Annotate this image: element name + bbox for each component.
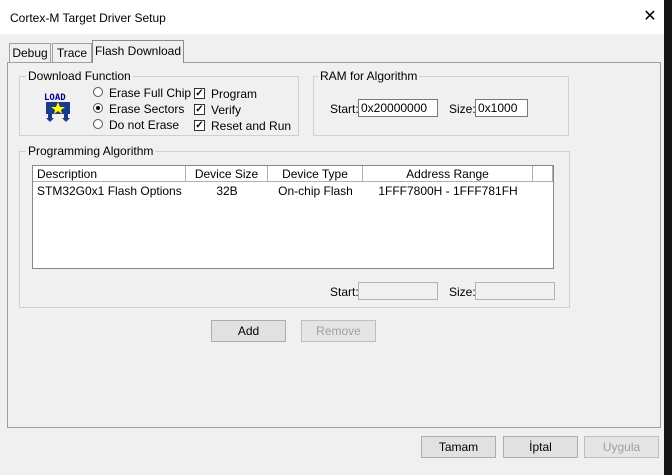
ram-start-input[interactable]: 0x20000000 xyxy=(358,99,438,117)
row-device-type: On-chip Flash xyxy=(278,184,353,198)
algorithm-list[interactable]: Description Device Size Device Type Addr… xyxy=(32,165,554,269)
checkbox-reset-and-run-box[interactable]: ✓ xyxy=(194,120,205,131)
programming-algorithm-label: Programming Algorithm xyxy=(26,144,156,158)
radio-do-not-erase-label: Do not Erase xyxy=(109,118,180,132)
table-row[interactable]: STM32G0x1 Flash Options 32B On-chip Flas… xyxy=(33,184,553,199)
window-border xyxy=(664,0,672,475)
column-header-address-range[interactable]: Address Range xyxy=(363,166,533,182)
checkbox-program-label: Program xyxy=(211,87,258,101)
row-device-size: 32B xyxy=(216,184,238,198)
ram-start-label: Start: xyxy=(330,102,359,116)
download-function-label: Download Function xyxy=(26,69,133,83)
ok-button[interactable]: Tamam xyxy=(421,436,496,458)
column-header-description[interactable]: Description xyxy=(33,166,186,182)
close-icon[interactable]: ✕ xyxy=(641,8,659,26)
radio-erase-sectors-button[interactable] xyxy=(93,103,103,113)
cancel-button[interactable]: İptal xyxy=(503,436,578,458)
algorithm-start-input[interactable] xyxy=(358,282,438,300)
load-icon-text: LOAD xyxy=(44,93,66,103)
algorithm-size-label: Size: xyxy=(449,285,476,299)
tab-debug[interactable]: Debug xyxy=(9,43,51,62)
column-header-filler xyxy=(533,166,553,182)
apply-button[interactable]: Uygula xyxy=(584,436,659,458)
checkbox-reset-and-run-label: Reset and Run xyxy=(211,119,292,133)
radio-erase-sectors-label: Erase Sectors xyxy=(109,102,185,116)
algorithm-size-input[interactable] xyxy=(475,282,555,300)
checkbox-verify-box[interactable]: ✓ xyxy=(194,104,205,115)
ram-size-input[interactable]: 0x1000 xyxy=(475,99,528,117)
algorithm-start-label: Start: xyxy=(330,285,359,299)
radio-erase-full-chip-label: Erase Full Chip xyxy=(109,86,192,100)
add-button[interactable]: Add xyxy=(211,320,286,342)
row-address-range: 1FFF7800H - 1FFF781FH xyxy=(378,184,518,198)
window-title: Cortex-M Target Driver Setup xyxy=(10,11,166,25)
remove-button[interactable]: Remove xyxy=(301,320,376,342)
load-icon: LOAD xyxy=(43,90,73,122)
checkbox-program-box[interactable]: ✓ xyxy=(194,88,205,99)
column-header-device-type[interactable]: Device Type xyxy=(268,166,363,182)
row-description: STM32G0x1 Flash Options xyxy=(37,184,182,198)
column-header-device-size[interactable]: Device Size xyxy=(186,166,268,182)
radio-do-not-erase-button[interactable] xyxy=(93,119,103,129)
tab-flash-download[interactable]: Flash Download xyxy=(92,40,184,63)
radio-erase-full-chip-button[interactable] xyxy=(93,87,103,97)
tab-trace[interactable]: Trace xyxy=(52,43,92,62)
ram-for-algorithm-label: RAM for Algorithm xyxy=(318,69,420,83)
ram-size-label: Size: xyxy=(449,102,476,116)
checkbox-verify-label: Verify xyxy=(211,103,242,117)
